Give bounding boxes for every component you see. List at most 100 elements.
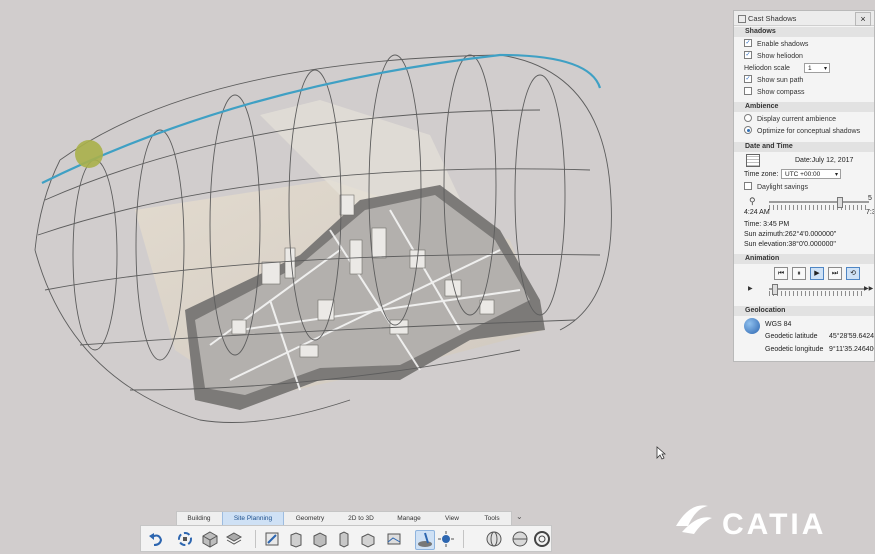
latitude-value: 45°28'59.6424 — [829, 333, 875, 340]
toolbar-separator — [463, 530, 464, 548]
optimize-conceptual-radio[interactable] — [744, 126, 752, 135]
panel-icon — [738, 15, 746, 23]
building-block-4-icon[interactable] — [359, 530, 377, 548]
animation-controls: ⏮ ⏸ ▶ ⏭ ⟲ — [774, 267, 874, 280]
calendar-icon[interactable] — [746, 154, 760, 167]
show-compass-checkbox[interactable] — [744, 87, 752, 96]
collapse-ribbon-icon[interactable]: ⌄ — [516, 512, 528, 522]
play-icon[interactable]: ▶ — [810, 267, 824, 280]
light-icon[interactable] — [437, 530, 455, 548]
close-button[interactable]: × — [855, 12, 871, 26]
sun-elevation-text: Sun elevation:38°0'0.000000" — [744, 241, 836, 248]
tab-site-planning[interactable]: Site Planning — [222, 512, 284, 525]
animation-slider-ticks — [769, 291, 864, 296]
time-slider-right-label: 5 — [868, 195, 872, 202]
show-heliodon-option[interactable]: ✓ Show heliodon — [744, 51, 803, 61]
longitude-label: Geodetic longitude — [765, 346, 824, 353]
current-time-text: Time: 3:45 PM — [744, 221, 790, 228]
tab-geometry[interactable]: Geometry — [285, 512, 335, 525]
panel-titlebar[interactable]: Cast Shadows × — [734, 11, 874, 26]
undo-icon[interactable] — [147, 530, 165, 548]
brand-name: CATIA — [722, 508, 826, 540]
longitude-value: 9°11'35.246400 — [829, 346, 875, 353]
cube-icon[interactable] — [201, 530, 219, 548]
sun-marker — [75, 140, 103, 168]
time-slider-thumb[interactable] — [837, 197, 843, 208]
tab-building[interactable]: Building — [179, 512, 219, 525]
daylight-savings-option[interactable]: Daylight savings — [744, 182, 808, 192]
shadow-sun-icon[interactable] — [415, 530, 435, 550]
animation-start-icon[interactable]: ▶ — [748, 285, 753, 292]
animation-slider-thumb[interactable] — [772, 284, 778, 295]
animation-fast-forward-icon[interactable]: ▶▶ — [864, 285, 873, 292]
tab-2d-to-3d[interactable]: 2D to 3D — [339, 512, 383, 525]
ambience-section-header: Ambience — [734, 102, 874, 112]
show-heliodon-checkbox[interactable]: ✓ — [744, 51, 752, 60]
geolocation-section-header: Geolocation — [734, 306, 874, 316]
time-slider-ticks — [769, 205, 869, 210]
chevron-down-icon: ▾ — [834, 172, 838, 178]
enable-shadows-checkbox[interactable]: ✓ — [744, 39, 752, 48]
show-sun-path-checkbox[interactable]: ✓ — [744, 75, 752, 84]
cast-shadows-panel: Cast Shadows × Shadows ✓ Enable shadows ✓… — [733, 10, 875, 362]
toolbar-separator — [255, 530, 256, 548]
optimize-conceptual-option[interactable]: Optimize for conceptual shadows — [744, 126, 861, 136]
end-time-label: 7:3 — [866, 209, 875, 216]
date-time-section-header: Date and Time — [734, 142, 874, 152]
show-heliodon-label: Show heliodon — [757, 53, 803, 60]
chevron-down-icon: ▾ — [823, 66, 827, 72]
daylight-savings-checkbox[interactable] — [744, 182, 752, 191]
heliodon-scale-label: Heliodon scale — [744, 65, 790, 72]
display-current-ambience-label: Display current ambience — [757, 116, 836, 123]
animation-slider-track[interactable] — [769, 288, 864, 290]
terrain-icon[interactable] — [385, 530, 403, 548]
skip-back-icon[interactable]: ⏮ — [774, 267, 788, 280]
enable-shadows-option[interactable]: ✓ Enable shadows — [744, 39, 809, 49]
display-current-ambience-radio[interactable] — [744, 114, 752, 123]
layers-icon[interactable] — [225, 530, 243, 548]
torus-icon[interactable] — [533, 530, 551, 548]
building-block-2-icon[interactable] — [311, 530, 329, 548]
heliodon-scale-value: 1 — [808, 65, 812, 72]
pause-icon[interactable]: ⏸ — [792, 267, 806, 280]
tab-view[interactable]: View — [435, 512, 469, 525]
shadows-section-header: Shadows — [734, 27, 874, 37]
time-slider-track[interactable] — [769, 201, 869, 203]
tab-manage[interactable]: Manage — [389, 512, 429, 525]
animation-section-header: Animation — [734, 254, 874, 264]
daylight-savings-label: Daylight savings — [757, 184, 808, 191]
heliodon-scale-row: Heliodon scale — [744, 64, 790, 73]
ribbon-tabs: Building Site Planning Geometry 2D to 3D… — [176, 511, 512, 525]
sun-azimuth-text: Sun azimuth:262°4'0.000000" — [744, 231, 837, 238]
panel-title: Cast Shadows — [748, 14, 797, 23]
action-toolbar — [140, 525, 552, 552]
catia-logo: CATIA — [672, 496, 852, 541]
rotate-icon[interactable] — [176, 530, 194, 548]
globe-tool-icon[interactable] — [485, 530, 503, 548]
heliodon-scale-select[interactable]: 1 ▾ — [804, 63, 830, 73]
skip-forward-icon[interactable]: ⏭ — [828, 267, 842, 280]
date-text: Date:July 12, 2017 — [795, 157, 854, 164]
building-block-icon[interactable] — [287, 530, 305, 548]
enable-shadows-label: Enable shadows — [757, 41, 809, 48]
time-zone-label: Time zone: — [744, 171, 779, 178]
sketch-icon[interactable] — [263, 530, 281, 548]
show-sun-path-label: Show sun path — [757, 77, 804, 84]
time-zone-value: UTC +00:00 — [785, 171, 821, 178]
start-time-label: 4:24 AM — [744, 209, 770, 216]
globe-icon[interactable] — [744, 318, 760, 334]
mouse-cursor-icon — [656, 446, 666, 460]
display-current-ambience-option[interactable]: Display current ambience — [744, 114, 836, 124]
datum-text: WGS 84 — [765, 321, 792, 328]
time-zone-select[interactable]: UTC +00:00 ▾ — [781, 169, 841, 179]
tab-tools[interactable]: Tools — [475, 512, 509, 525]
latitude-label: Geodetic latitude — [765, 333, 818, 340]
optimize-conceptual-label: Optimize for conceptual shadows — [757, 128, 861, 135]
building-block-3-icon[interactable] — [335, 530, 353, 548]
show-compass-label: Show compass — [757, 89, 805, 96]
show-sun-path-option[interactable]: ✓ Show sun path — [744, 75, 804, 85]
sphere-icon[interactable] — [511, 530, 529, 548]
show-compass-option[interactable]: Show compass — [744, 87, 805, 97]
loop-icon[interactable]: ⟲ — [846, 267, 860, 280]
time-start-marker-icon[interactable]: ⚲ — [749, 196, 756, 207]
